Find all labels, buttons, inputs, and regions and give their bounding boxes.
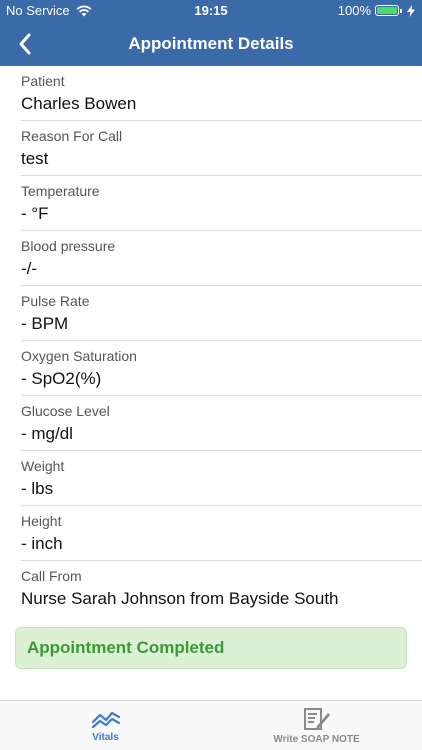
field-value: Nurse Sarah Johnson from Bayside South [21, 589, 339, 608]
field-value: - °F [21, 204, 49, 223]
tab-write-soap-note[interactable]: Write SOAP NOTE [211, 701, 422, 750]
field-value: - mg/dl [21, 424, 73, 443]
field-row-temperature: Temperature - °F [21, 176, 422, 231]
details-list[interactable]: Patient Charles Bowen Reason For Call te… [0, 66, 422, 700]
battery-fill [377, 7, 397, 14]
field-row-oxygen-saturation: Oxygen Saturation - SpO2(%) [21, 341, 422, 396]
tab-label: Vitals [92, 732, 119, 743]
app-header: No Service 19:15 100% Appointment Detail… [0, 0, 422, 66]
tab-label: Write SOAP NOTE [273, 734, 360, 745]
field-row-reason: Reason For Call test [21, 121, 422, 176]
field-value: -/- [21, 259, 38, 278]
tab-vitals[interactable]: Vitals [0, 701, 211, 750]
field-label: Pulse Rate [21, 293, 90, 309]
field-value: Charles Bowen [21, 94, 137, 113]
field-row-blood-pressure: Blood pressure -/- [21, 231, 422, 286]
field-label: Temperature [21, 183, 100, 199]
field-row-weight: Weight - lbs [21, 451, 422, 506]
status-bar: No Service 19:15 100% [0, 0, 422, 22]
field-label: Weight [21, 458, 65, 474]
field-label: Reason For Call [21, 128, 123, 144]
bolt-icon [407, 4, 415, 17]
field-row-glucose-level: Glucose Level - mg/dl [21, 396, 422, 451]
status-right: 100% [338, 3, 416, 18]
navigation-bar: Appointment Details [0, 22, 422, 66]
tab-bar: Vitals Write SOAP NOTE [0, 700, 422, 750]
field-label: Oxygen Saturation [21, 348, 137, 364]
field-label: Call From [21, 568, 82, 584]
battery-icon [375, 5, 402, 16]
note-pencil-icon [303, 708, 330, 730]
page-title: Appointment Details [128, 34, 294, 53]
field-label: Patient [21, 73, 65, 89]
field-value: test [21, 149, 49, 168]
battery-percent: 100% [337, 3, 371, 18]
field-value: - BPM [21, 314, 69, 333]
field-row-call-from: Call From Nurse Sarah Johnson from Baysi… [21, 561, 422, 616]
appointment-status-banner: Appointment Completed [15, 627, 407, 669]
field-row-patient: Patient Charles Bowen [21, 66, 422, 121]
field-label: Glucose Level [21, 403, 110, 419]
field-value: - lbs [21, 479, 54, 498]
field-row-height: Height - inch [21, 506, 422, 561]
field-value: - SpO2(%) [21, 369, 102, 388]
field-row-pulse-rate: Pulse Rate - BPM [21, 286, 422, 341]
chart-line-icon [91, 711, 120, 729]
field-label: Height [21, 513, 62, 529]
field-value: - inch [21, 534, 63, 553]
field-label: Blood pressure [21, 238, 116, 254]
